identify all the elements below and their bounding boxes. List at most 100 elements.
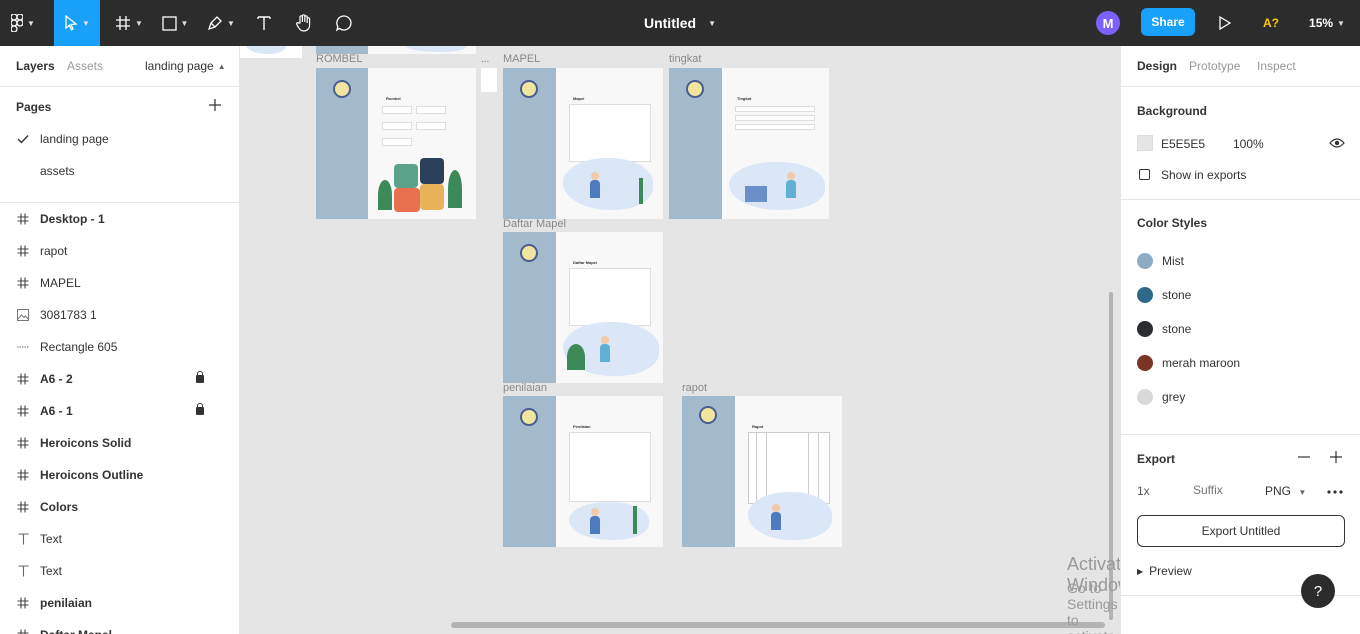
shape-tool-button[interactable]: ▼ bbox=[152, 0, 198, 46]
add-export-button[interactable] bbox=[1329, 450, 1343, 464]
person-body bbox=[786, 180, 796, 198]
visibility-toggle[interactable] bbox=[1329, 137, 1345, 149]
text-tool-button[interactable] bbox=[248, 0, 280, 46]
comment-tool-button[interactable] bbox=[328, 0, 360, 46]
layer-item[interactable]: rapot bbox=[0, 235, 239, 267]
hand-tool-button[interactable] bbox=[288, 0, 320, 46]
zoom-menu[interactable]: 15% ▼ bbox=[1302, 0, 1352, 46]
export-settings-button[interactable] bbox=[1327, 484, 1343, 498]
frame-tingkat[interactable]: Tingkat bbox=[669, 68, 829, 219]
export-suffix-input[interactable] bbox=[1185, 477, 1249, 503]
color-style-item[interactable]: stone bbox=[1137, 317, 1191, 341]
preview-toggle[interactable]: ▶ Preview bbox=[1137, 564, 1192, 578]
present-button[interactable] bbox=[1210, 0, 1240, 46]
accessibility-button[interactable]: A? bbox=[1256, 0, 1286, 46]
color-style-item[interactable]: stone bbox=[1137, 283, 1191, 307]
layer-item[interactable]: Rectangle 605 bbox=[0, 331, 239, 363]
layer-item[interactable]: Desktop - 1 bbox=[0, 203, 239, 235]
share-button[interactable]: Share bbox=[1141, 8, 1195, 36]
tab-prototype[interactable]: Prototype bbox=[1189, 46, 1240, 86]
frame-heading: Mapel bbox=[573, 96, 585, 101]
background-swatch[interactable] bbox=[1137, 135, 1153, 151]
layer-item[interactable]: A6 - 1 bbox=[0, 395, 239, 427]
toolbar: ▼ ▼ ▼ ▼ ▼ Untitled ▼ M Share A? 15% ▼ bbox=[0, 0, 1360, 46]
school-logo-icon bbox=[699, 406, 717, 424]
layer-item[interactable]: Text bbox=[0, 555, 239, 587]
color-style-item[interactable]: grey bbox=[1137, 385, 1185, 409]
page-item-landing-page[interactable]: landing page bbox=[0, 123, 239, 155]
move-tool-button[interactable]: ▼ bbox=[54, 0, 100, 46]
layer-item[interactable]: penilaian bbox=[0, 587, 239, 619]
layer-item[interactable]: Heroicons Solid bbox=[0, 427, 239, 459]
frame-rombel[interactable]: Rombel bbox=[316, 68, 476, 219]
frame-label-rombel[interactable]: ROMBEL bbox=[316, 53, 362, 65]
layer-item[interactable]: Heroicons Outline bbox=[0, 459, 239, 491]
export-format-select[interactable]: PNG ▼ bbox=[1265, 484, 1306, 498]
color-style-item[interactable]: merah maroon bbox=[1137, 351, 1240, 375]
color-style-name: merah maroon bbox=[1162, 356, 1241, 370]
tab-prototype-label: Prototype bbox=[1189, 59, 1241, 73]
frame-label-mapel[interactable]: MAPEL bbox=[503, 53, 540, 65]
frame-tool-button[interactable]: ▼ bbox=[106, 0, 152, 46]
frame-penilaian[interactable]: Penilaian bbox=[503, 396, 663, 547]
help-button[interactable]: ? bbox=[1301, 574, 1335, 608]
layer-item[interactable]: MAPEL bbox=[0, 267, 239, 299]
remove-export-button[interactable] bbox=[1297, 450, 1311, 464]
image-icon bbox=[16, 308, 30, 322]
layer-name: Rectangle 605 bbox=[40, 340, 118, 354]
lock-icon[interactable] bbox=[196, 403, 204, 415]
layer-item[interactable]: Colors bbox=[0, 491, 239, 523]
export-suffix-field[interactable] bbox=[1185, 477, 1249, 503]
export-button[interactable]: Export Untitled bbox=[1137, 515, 1345, 547]
add-page-button[interactable] bbox=[208, 98, 222, 112]
tab-inspect[interactable]: Inspect bbox=[1257, 46, 1296, 86]
illustration-blob bbox=[729, 162, 825, 210]
frame-label-daftar-mapel[interactable]: Daftar Mapel bbox=[503, 218, 566, 230]
pages-title: Pages bbox=[16, 100, 52, 114]
tab-design[interactable]: Design bbox=[1137, 46, 1177, 86]
background-title: Background bbox=[1137, 104, 1208, 118]
chevron-down-icon: ▼ bbox=[82, 18, 90, 28]
accessibility-label: A? bbox=[1263, 16, 1279, 30]
page-switcher[interactable]: landing page ▲ bbox=[145, 46, 226, 86]
content-box bbox=[569, 104, 651, 162]
zoom-level: 15% bbox=[1309, 16, 1334, 30]
frame-label-tingkat[interactable]: tingkat bbox=[669, 53, 701, 65]
school-logo-icon bbox=[520, 408, 538, 426]
avatar[interactable]: M bbox=[1096, 11, 1120, 35]
export-scale[interactable]: 1x bbox=[1137, 484, 1150, 498]
school-logo-icon bbox=[686, 80, 704, 98]
page-item-assets[interactable]: assets bbox=[0, 155, 239, 187]
tab-layers[interactable]: Layers bbox=[16, 46, 55, 86]
show-in-exports-checkbox[interactable] bbox=[1139, 169, 1150, 180]
layer-item[interactable]: Text bbox=[0, 523, 239, 555]
layer-item[interactable]: 3081783 1 bbox=[0, 299, 239, 331]
frame-daftar-mapel[interactable]: Daftar Mapel bbox=[503, 232, 663, 383]
layer-item[interactable]: Daftar Mapel bbox=[0, 619, 239, 634]
partial-frame-top-left[interactable] bbox=[240, 46, 302, 58]
layer-item[interactable]: A6 - 2 bbox=[0, 363, 239, 395]
export-button-label: Export Untitled bbox=[1201, 524, 1281, 538]
background-opacity[interactable]: 100% bbox=[1233, 137, 1264, 151]
frame-mapel[interactable]: Mapel bbox=[503, 68, 663, 219]
canvas[interactable]: ... ROMBEL Rombel MAPEL Mapel tingkat Ti… bbox=[240, 46, 1120, 634]
file-title[interactable]: Untitled ▼ bbox=[600, 0, 760, 46]
main-menu-button[interactable]: ▼ bbox=[0, 0, 46, 46]
color-styles-title: Color Styles bbox=[1137, 216, 1208, 230]
background-hex[interactable]: E5E5E5 bbox=[1161, 137, 1205, 151]
plant bbox=[639, 178, 643, 204]
frame-rapot[interactable]: Rapot bbox=[682, 396, 842, 547]
small-frame[interactable] bbox=[481, 68, 497, 92]
tab-assets[interactable]: Assets bbox=[67, 46, 103, 86]
divider bbox=[0, 86, 239, 87]
pen-tool-button[interactable]: ▼ bbox=[198, 0, 244, 46]
color-style-item[interactable]: Mist bbox=[1137, 249, 1184, 273]
frame-label-penilaian[interactable]: penilaian bbox=[503, 382, 547, 394]
horizontal-scrollbar[interactable] bbox=[451, 622, 1105, 628]
minus-icon bbox=[1298, 456, 1310, 458]
frame-icon bbox=[16, 212, 30, 226]
text-icon bbox=[16, 532, 30, 546]
lock-icon[interactable] bbox=[196, 371, 204, 383]
more-icon bbox=[1327, 490, 1343, 494]
frame-label-rapot[interactable]: rapot bbox=[682, 382, 707, 394]
